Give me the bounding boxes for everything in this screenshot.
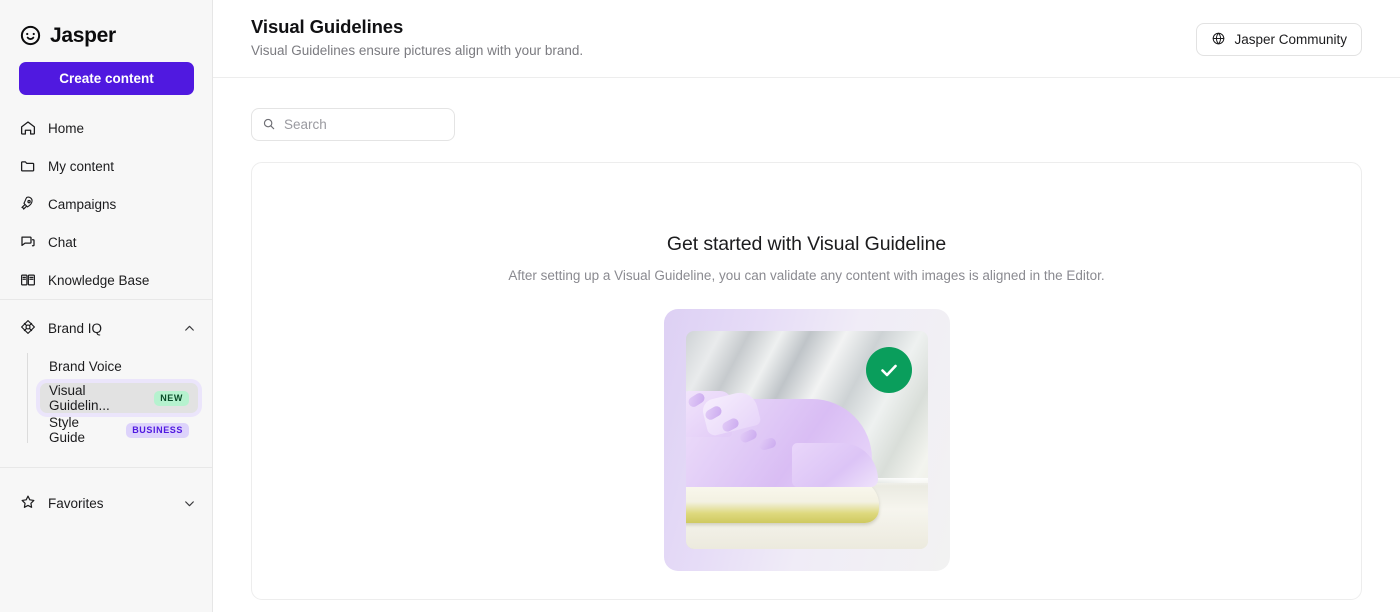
search-container — [251, 108, 455, 141]
chevron-up-icon[interactable] — [183, 322, 196, 335]
main-content: Visual Guidelines Visual Guidelines ensu… — [213, 0, 1400, 612]
page-header: Visual Guidelines Visual Guidelines ensu… — [213, 0, 1400, 78]
empty-state-inner: Get started with Visual Guideline After … — [252, 163, 1361, 571]
sidebar-item-chat[interactable]: Chat — [0, 223, 212, 261]
page-subtitle: Visual Guidelines ensure pictures align … — [251, 43, 584, 58]
search-input[interactable] — [251, 108, 455, 141]
jasper-community-button[interactable]: Jasper Community — [1196, 23, 1362, 56]
content-area: Get started with Visual Guideline After … — [213, 78, 1400, 600]
sidebar-item-visual-guidelines[interactable]: Visual Guidelin... NEW — [40, 383, 198, 413]
chevron-down-icon[interactable] — [183, 497, 196, 510]
globe-icon — [1211, 31, 1226, 49]
sidebar-item-home[interactable]: Home — [0, 109, 212, 147]
visual-guidelines-empty-state-card: Get started with Visual Guideline After … — [251, 162, 1362, 600]
home-icon — [19, 119, 37, 137]
sidebar-item-style-guide[interactable]: Style Guide BUSINESS — [40, 415, 198, 445]
primary-nav: Home My content Campaigns Chat Knowledge… — [0, 109, 212, 299]
empty-state-description: After setting up a Visual Guideline, you… — [508, 268, 1105, 283]
create-content-button[interactable]: Create content — [19, 62, 194, 95]
book-icon — [19, 271, 37, 289]
rocket-icon — [19, 195, 37, 213]
brand-name: Jasper — [50, 24, 116, 47]
sidebar-item-label: Brand Voice — [49, 358, 122, 374]
chat-bubble-icon — [19, 233, 37, 251]
jasper-smiley-logo-icon — [19, 24, 42, 47]
folder-icon — [19, 157, 37, 175]
page-header-text: Visual Guidelines Visual Guidelines ensu… — [251, 16, 583, 58]
sneaker-photo — [685, 331, 928, 549]
sidebar-item-label: Home — [48, 120, 85, 136]
sidebar-item-label: Visual Guidelin... — [49, 383, 110, 413]
sidebar-item-label: Chat — [48, 234, 77, 250]
sneaker-graphic — [685, 373, 894, 523]
sidebar-item-label: My content — [48, 158, 115, 174]
sidebar-item-knowledge-base[interactable]: Knowledge Base — [0, 261, 212, 299]
sidebar-section-label: Brand IQ — [48, 320, 103, 336]
green-check-icon — [865, 347, 912, 393]
sidebar-item-brand-voice[interactable]: Brand Voice — [40, 351, 198, 381]
status-badge-business: BUSINESS — [126, 422, 189, 438]
sidebar-item-label: Knowledge Base — [48, 272, 150, 288]
sidebar-divider-top — [0, 299, 212, 300]
empty-state-title: Get started with Visual Guideline — [666, 233, 947, 255]
sidebar-item-label: Style Guide — [49, 415, 86, 445]
illustration-card — [663, 309, 950, 571]
star-icon — [19, 493, 37, 514]
sidebar-section-favorites[interactable]: Favorites — [0, 484, 212, 522]
app-root: Jasper Create content Home My content Ca… — [0, 0, 1400, 612]
sidebar-section-brand-iq[interactable]: Brand IQ — [0, 309, 212, 347]
sidebar-item-my-content[interactable]: My content — [0, 147, 212, 185]
sidebar: Jasper Create content Home My content Ca… — [0, 0, 213, 612]
sidebar-item-campaigns[interactable]: Campaigns — [0, 185, 212, 223]
brand-iq-subnav: Brand Voice Visual Guidelin... NEW Style… — [0, 351, 212, 445]
sidebar-section-label: Favorites — [48, 495, 104, 511]
status-badge-new: NEW — [154, 390, 189, 406]
page-title: Visual Guidelines — [251, 16, 404, 37]
brand-logo-area[interactable]: Jasper — [0, 0, 212, 52]
jasper-community-button-label: Jasper Community — [1234, 32, 1347, 47]
sidebar-divider-bottom — [0, 467, 212, 468]
sidebar-item-label: Campaigns — [48, 196, 117, 212]
brand-iq-icon — [19, 318, 37, 339]
